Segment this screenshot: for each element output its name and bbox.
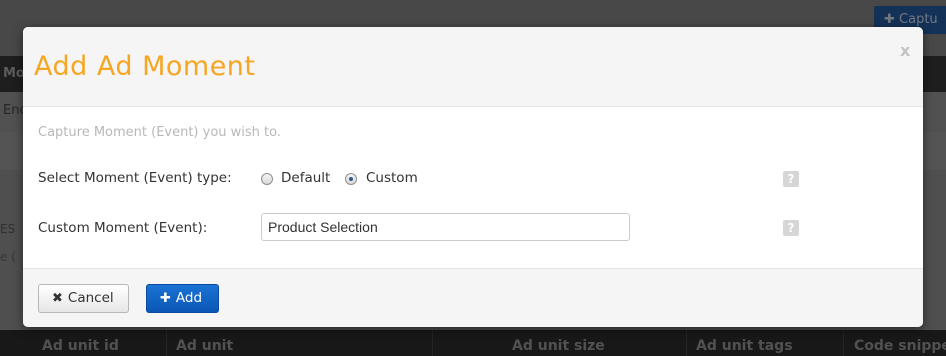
add-button[interactable]: ✚ Add — [146, 284, 219, 313]
radio-custom[interactable] — [345, 173, 357, 185]
cancel-button[interactable]: ✖ Cancel — [38, 284, 129, 313]
dialog-intro-text: Capture Moment (Event) you wish to. — [38, 125, 282, 140]
radio-default[interactable] — [261, 173, 273, 185]
radio-default-label[interactable]: Default — [281, 170, 330, 186]
add-ad-moment-dialog: Add Ad Moment x Capture Moment (Event) y… — [23, 27, 923, 327]
dialog-title: Add Ad Moment — [34, 51, 256, 82]
x-icon: ✖ — [52, 291, 63, 306]
dialog-header: Add Ad Moment x — [23, 27, 923, 107]
plus-icon: ✚ — [160, 291, 171, 306]
close-icon[interactable]: x — [900, 41, 910, 60]
custom-moment-label: Custom Moment (Event): — [38, 220, 208, 236]
question-mark-icon[interactable]: ? — [783, 220, 799, 236]
moment-type-label: Select Moment (Event) type: — [38, 170, 232, 186]
cancel-button-label: Cancel — [67, 290, 114, 306]
custom-moment-input[interactable] — [261, 213, 630, 241]
radio-custom-label[interactable]: Custom — [366, 170, 418, 186]
question-mark-icon[interactable]: ? — [783, 171, 799, 187]
dialog-footer: ✖ Cancel ✚ Add — [23, 268, 923, 327]
add-button-label: Add — [175, 290, 203, 306]
